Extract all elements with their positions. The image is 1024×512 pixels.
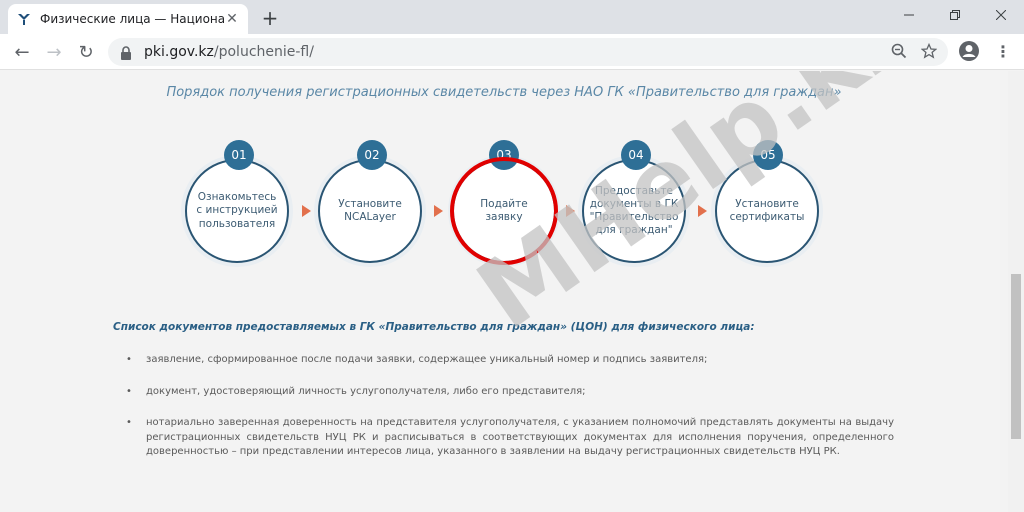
list-item: • документ, удостоверяющий личность услуг…	[126, 385, 894, 400]
step-text: Установите сертификаты	[729, 197, 805, 223]
scrollbar-thumb[interactable]	[1011, 274, 1021, 439]
bullet: •	[126, 385, 132, 397]
step-number-badge: 02	[357, 140, 387, 170]
profile-avatar-icon[interactable]	[958, 40, 980, 62]
step-circle-5: Установите сертификаты	[715, 159, 819, 263]
step-circle-4: Предоставьте документы в ГК "Правительст…	[582, 159, 686, 263]
forward-icon[interactable]: →	[40, 38, 68, 66]
address-bar[interactable]: pki.gov.kz/poluchenie-fl/	[108, 38, 948, 66]
page-heading: Порядок получения регистрационных свидет…	[166, 85, 842, 100]
highlight-circle	[450, 157, 558, 265]
browser-tab[interactable]: Физические лица — Национальн ✕	[8, 4, 248, 34]
close-tab-icon[interactable]: ✕	[224, 11, 240, 27]
url-domain: pki.gov.kz	[144, 44, 214, 60]
list-item-text: нотариально заверенная доверенность на п…	[146, 417, 894, 457]
url-path: /poluchenie-fl/	[213, 44, 314, 60]
lock-icon	[120, 45, 134, 60]
tab-strip: Физические лица — Национальн ✕ +	[0, 0, 1024, 34]
back-icon[interactable]: ←	[8, 38, 36, 66]
documents-list-title: Список документов предоставляемых в ГК «…	[113, 321, 755, 333]
documents-list: • заявление, сформированное после подачи …	[126, 353, 894, 477]
step-text: Предоставьте документы в ГК "Правительст…	[589, 184, 679, 237]
arrow-right-icon	[566, 205, 575, 217]
bullet: •	[126, 417, 132, 428]
arrow-right-icon	[698, 205, 707, 217]
arrow-right-icon	[302, 205, 311, 217]
zoom-icon[interactable]	[888, 40, 910, 62]
step-number-badge: 05	[753, 140, 783, 170]
tab-title: Физические лица — Национальн	[40, 12, 224, 26]
step-number-badge: 01	[224, 140, 254, 170]
bookmark-star-icon[interactable]	[918, 40, 940, 62]
list-item: • нотариально заверенная доверенность на …	[126, 416, 894, 460]
step-number-badge: 04	[621, 140, 651, 170]
list-item: • заявление, сформированное после подачи …	[126, 353, 894, 368]
step-text: Установите NCALayer	[338, 197, 402, 223]
step-circle-2: Установите NCALayer	[318, 159, 422, 263]
step-circle-1: Ознакомьтесь с инструкцией пользователя	[185, 159, 289, 263]
close-window-icon[interactable]	[978, 0, 1024, 30]
site-logo-icon	[16, 11, 32, 27]
menu-kebab-icon[interactable]: ⋮	[992, 40, 1014, 62]
reload-icon[interactable]: ↻	[72, 38, 100, 66]
url-text: pki.gov.kz/poluchenie-fl/	[144, 44, 314, 60]
arrow-right-icon	[434, 205, 443, 217]
new-tab-icon[interactable]: +	[258, 6, 282, 30]
minimize-icon[interactable]	[886, 0, 932, 30]
bullet: •	[126, 354, 132, 365]
list-item-text: заявление, сформированное после подачи з…	[146, 354, 708, 365]
step-text: Ознакомьтесь с инструкцией пользователя	[196, 191, 278, 230]
page-content: Порядок получения регистрационных свидет…	[0, 71, 1008, 512]
restore-icon[interactable]	[932, 0, 978, 30]
list-item-text: документ, удостоверяющий личность услуго…	[146, 385, 586, 397]
browser-toolbar: ← → ↻ pki.gov.kz/poluchenie-fl/ ⋮	[0, 34, 1024, 70]
